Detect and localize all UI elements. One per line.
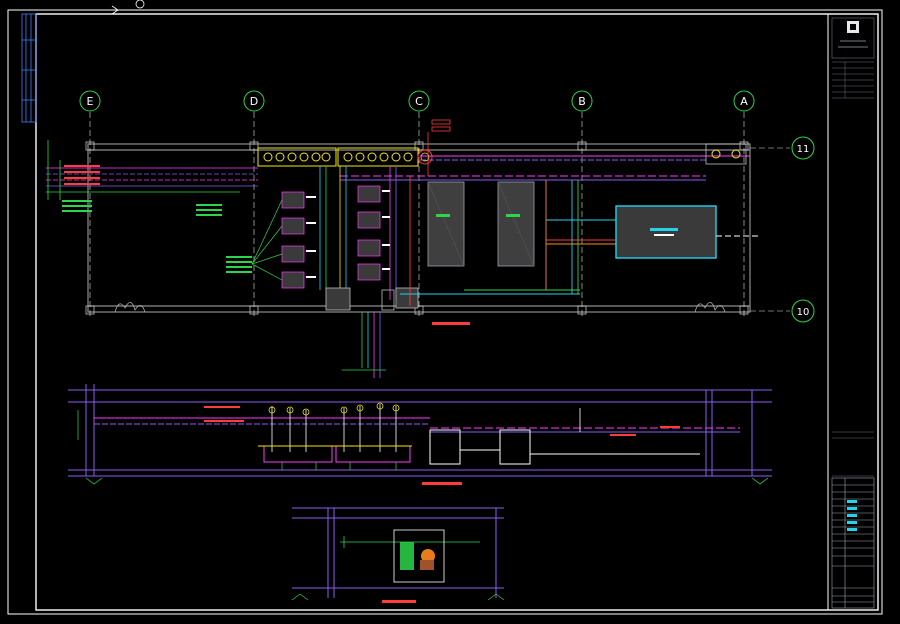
- risers-down: [342, 312, 386, 378]
- elevation-valves: [268, 402, 400, 416]
- plan-view: E D C B A 11 10: [46, 90, 815, 378]
- leader-lines: [251, 199, 283, 281]
- legend-notes-left: [62, 200, 222, 216]
- plan-caption-bar: [432, 322, 470, 325]
- grid-label-c: C: [415, 95, 423, 108]
- detail-pump-icon: [400, 542, 435, 570]
- distribution-lines: [340, 155, 750, 181]
- top-marks: [111, 0, 145, 15]
- grid-label-10: 10: [797, 307, 810, 318]
- title-block: [827, 14, 875, 610]
- elevation-left-markers: [77, 410, 769, 485]
- pipe-label-ticks: [64, 165, 100, 185]
- manifold-headers: [257, 147, 433, 167]
- grid-label-11: 11: [797, 144, 810, 155]
- elevation-labels: [204, 406, 680, 436]
- heat-exchanger-1: [427, 181, 465, 267]
- grid-bubble-c: C: [408, 90, 430, 112]
- annotation-red: [427, 119, 451, 176]
- plant-symbols: [114, 302, 726, 313]
- elevation-structure: [68, 384, 772, 477]
- elevation-caption-bar: [422, 482, 462, 485]
- grid-label-a: A: [740, 95, 748, 108]
- grid-bubble-e: E: [79, 90, 101, 112]
- grid-label-d: D: [250, 95, 258, 108]
- cad-drawing: E D C B A 11 10: [7, 0, 883, 615]
- grid-bubble-b: B: [571, 90, 593, 112]
- grid-bubble-a: A: [733, 90, 755, 112]
- detail-view: [291, 507, 505, 603]
- elevation-view: [68, 384, 772, 485]
- grid-label-b: B: [578, 95, 586, 108]
- incoming-pipes: [46, 140, 258, 200]
- grid-bubble-d: D: [243, 90, 265, 112]
- grid-label-e: E: [87, 95, 94, 108]
- valve-box: [381, 289, 395, 311]
- detail-caption-bar: [382, 600, 416, 603]
- pump-group-right: [357, 185, 381, 281]
- pump-group-left: [281, 191, 305, 289]
- elevation-supports: [281, 462, 397, 470]
- binding-strip: [21, 13, 37, 123]
- elevation-pipes: [94, 417, 740, 433]
- heat-exchanger-2: [497, 181, 535, 267]
- grid-bubble-10: 10: [791, 299, 815, 323]
- grid-bubble-11: 11: [791, 136, 815, 160]
- small-tanks: [325, 287, 419, 311]
- water-tank: [615, 205, 717, 259]
- note-block-green: [226, 256, 252, 273]
- company-logo-icon: [838, 21, 868, 48]
